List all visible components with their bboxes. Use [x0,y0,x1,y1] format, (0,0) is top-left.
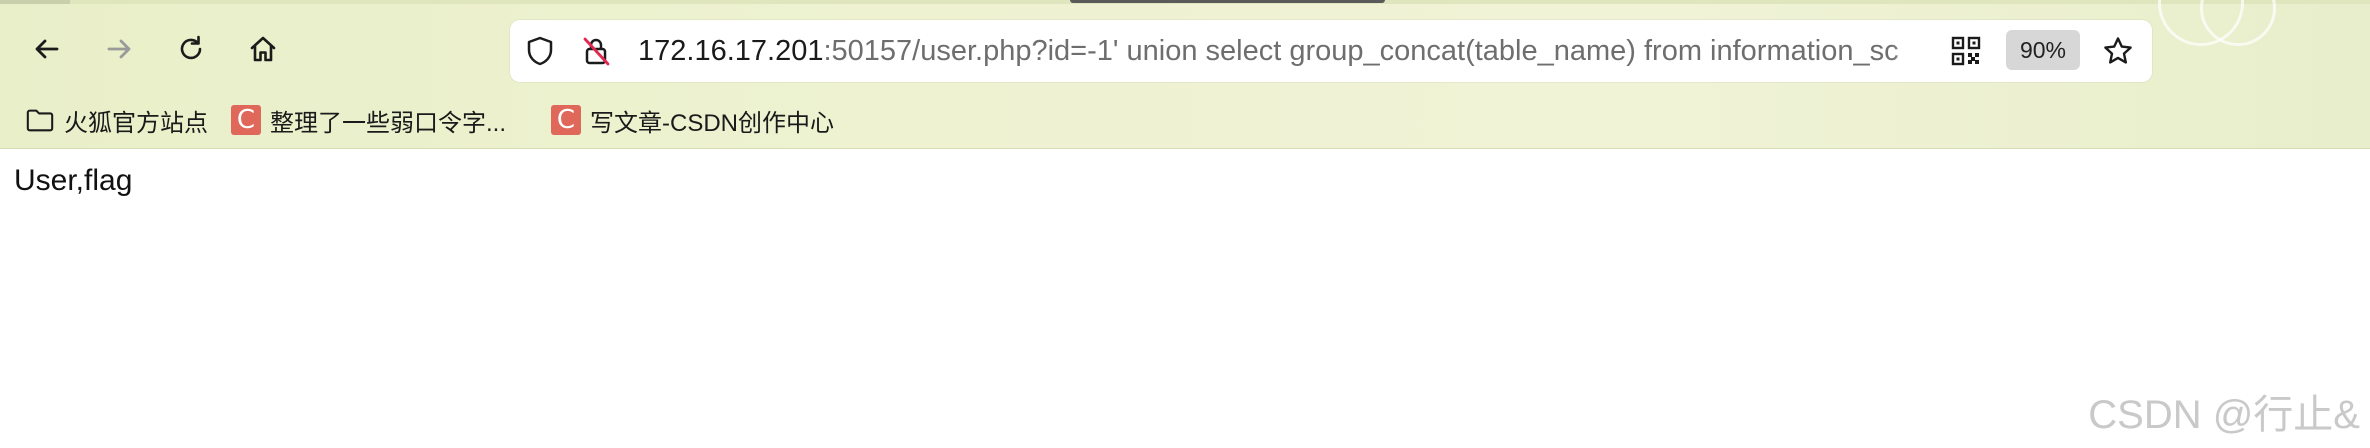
zoom-level-badge[interactable]: 90% [2006,30,2080,70]
shield-icon[interactable] [524,35,556,67]
watermark: CSDN @行止& [2088,393,2360,437]
folder-icon [24,104,56,136]
home-icon [250,36,276,62]
csdn-icon: C [550,104,582,136]
active-tab-indicator [1070,0,1385,3]
bookmark-item[interactable]: 火狐官方站点 [24,98,208,142]
reload-icon [180,35,202,60]
forward-arrow-icon [107,39,131,59]
url-path: :50157/user.php?id=-1' union select grou… [823,35,1899,67]
bookmark-label: 整理了一些弱口令字... [270,109,507,137]
forward-button[interactable] [94,24,144,74]
bookmark-item[interactable]: C 写文章-CSDN创作中心 [550,98,834,142]
page-body-text: User,flag [14,164,133,197]
reload-button[interactable] [166,24,216,74]
home-button[interactable] [238,24,288,74]
insecure-lock-icon[interactable] [580,35,612,67]
url-fade [1890,26,1942,76]
star-bookmark-icon[interactable] [2102,35,2134,67]
tab-stub[interactable] [0,0,70,4]
browser-chrome: 172.16.17.201:50157/user.php?id=-1' unio… [0,0,2370,149]
bookmark-label: 火狐官方站点 [64,109,208,137]
bookmark-item[interactable]: C 整理了一些弱口令字... [230,98,506,142]
qr-code-icon[interactable] [1950,35,1982,67]
address-bar[interactable]: 172.16.17.201:50157/user.php?id=-1' unio… [510,20,2152,82]
back-arrow-icon [35,39,59,59]
csdn-icon: C [230,104,262,136]
back-button[interactable] [22,24,72,74]
bookmarks-toolbar: 火狐官方站点 C 整理了一些弱口令字... C 写文章-CSDN创作中心 [0,98,2370,142]
bookmark-label: 写文章-CSDN创作中心 [590,109,834,137]
url-host: 172.16.17.201 [638,35,824,67]
url-text[interactable]: 172.16.17.201:50157/user.php?id=-1' unio… [638,20,1938,82]
